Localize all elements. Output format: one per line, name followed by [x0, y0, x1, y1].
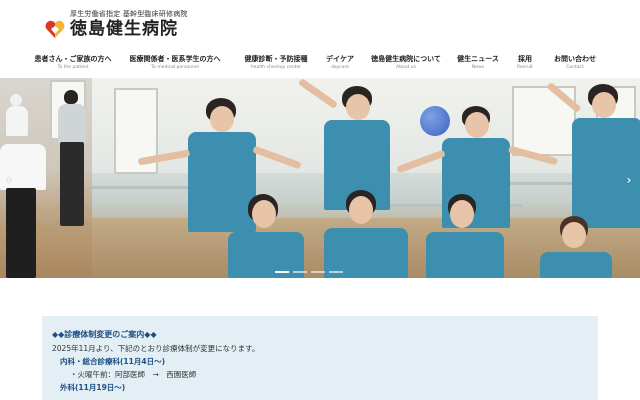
nav-item-recruit[interactable]: 採用 Recruit: [506, 54, 544, 74]
nav-label-jp: デイケア: [326, 55, 354, 63]
slider-next-arrow-icon[interactable]: ›: [624, 173, 634, 187]
slider-dot-4[interactable]: [329, 271, 343, 273]
notice-title: ◆◆診療体制変更のご案内◆◆: [52, 330, 157, 339]
logo-subtitle: 厚生労働省指定 基幹型臨床研修病院: [70, 10, 188, 18]
notice-department-surgery: 外科(11月19日〜): [60, 383, 126, 392]
slider-pagination: [275, 271, 343, 273]
nav-label-en: To the patient: [57, 65, 89, 70]
nav-item-medical-personnel[interactable]: 医療関係者・医系学生の方へ To medical personnel: [116, 54, 234, 74]
nav-item-contact[interactable]: お問い合わせ Contact: [544, 54, 606, 74]
site-header: 厚生労働省指定 基幹型臨床研修病院 徳島健生病院 患者さん・ご家族の方へ To …: [0, 0, 640, 78]
schedule-change-notice: ◆◆診療体制変更のご案内◆◆ 2025年11月より、下記のとおり診療体制が変更に…: [42, 316, 598, 400]
hero-slide-rehab-staff-photo: [92, 78, 640, 278]
slider-dot-3[interactable]: [311, 271, 325, 273]
notice-intro: 2025年11月より、下記のとおり診療体制が変更になります。: [52, 344, 260, 353]
nav-item-daycare[interactable]: デイケア daycare: [318, 54, 362, 74]
notice-department-internal: 内科・総合診療科(11月4日〜): [60, 357, 166, 366]
nav-item-news[interactable]: 健生ニュース News: [450, 54, 506, 74]
nav-label-en: Recruit: [517, 65, 533, 70]
site-logo[interactable]: 厚生労働省指定 基幹型臨床研修病院 徳島健生病院: [44, 8, 188, 40]
main-nav: 患者さん・ご家族の方へ To the patient 医療関係者・医系学生の方へ…: [30, 54, 606, 74]
nav-item-about[interactable]: 徳島健生病院について About us: [362, 54, 450, 74]
nav-label-jp: 採用: [518, 55, 532, 63]
logo-title: 徳島健生病院: [70, 19, 178, 39]
nav-label-jp: 健康診断・予防接種: [244, 55, 308, 63]
heart-logo-icon: [44, 18, 66, 40]
nav-label-en: daycare: [330, 65, 350, 70]
slider-dot-2[interactable]: [293, 271, 307, 273]
nav-label-jp: 健生ニュース: [457, 55, 499, 63]
hero-slider[interactable]: ‹ ›: [0, 78, 640, 278]
nav-item-health-checkup[interactable]: 健康診断・予防接種 health checkup center: [234, 54, 318, 74]
nav-label-jp: 医療関係者・医系学生の方へ: [129, 55, 221, 63]
nav-item-patients[interactable]: 患者さん・ご家族の方へ To the patient: [30, 54, 116, 74]
nav-label-en: Contact: [566, 65, 584, 70]
slider-prev-arrow-icon[interactable]: ‹: [4, 173, 14, 187]
nav-label-en: About us: [396, 65, 416, 70]
nav-label-jp: 徳島健生病院について: [371, 55, 441, 63]
nav-label-en: health checkup center: [250, 65, 302, 70]
nav-label-en: News: [471, 65, 485, 70]
nav-label-jp: お問い合わせ: [554, 55, 596, 63]
slider-dot-1[interactable]: [275, 271, 289, 273]
nav-label-en: To medical personnel: [151, 65, 199, 70]
notice-change-line: ・火曜午前：阿部医師 → 西園医師: [70, 370, 197, 379]
nav-label-jp: 患者さん・ご家族の方へ: [34, 55, 112, 63]
